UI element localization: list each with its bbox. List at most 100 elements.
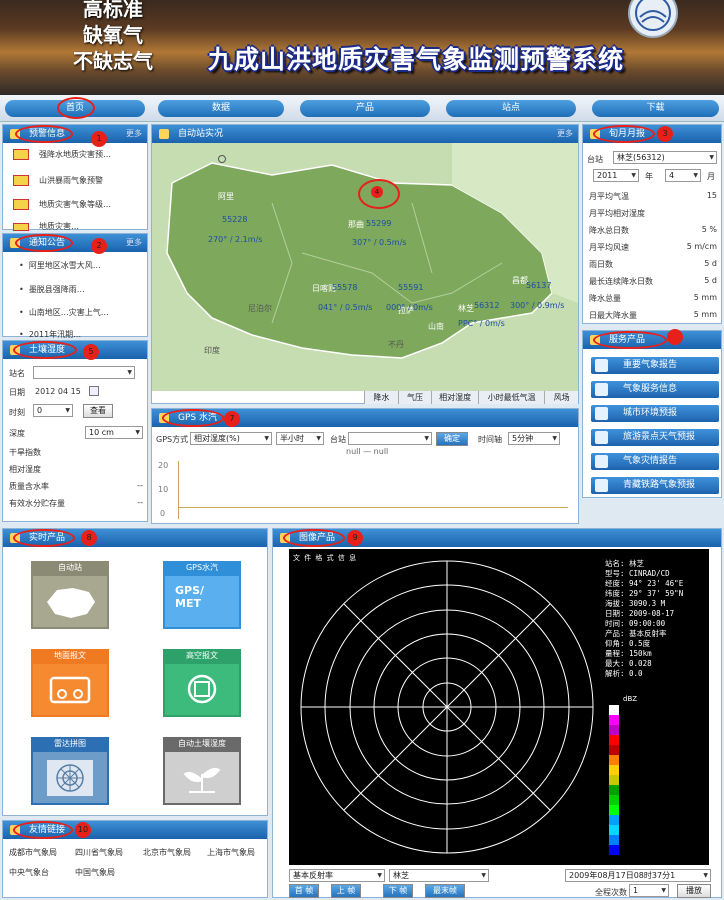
gps-y-tick: 0: [160, 509, 166, 518]
station-wind: 000° / 0m/s: [386, 303, 433, 312]
station-id[interactable]: 55299: [366, 219, 391, 228]
scale-swatch: [609, 805, 619, 815]
station-select[interactable]: [33, 366, 135, 379]
gps-period-select[interactable]: 半小时: [276, 432, 324, 445]
tile-auto-station[interactable]: 自动站: [31, 561, 109, 629]
region-label: 不丹: [388, 340, 404, 349]
tile-surface-report[interactable]: 地面报文: [31, 649, 109, 717]
depth-select[interactable]: 10 cm: [85, 426, 143, 439]
warning-item[interactable]: 山洪暴雨气象预警: [13, 175, 103, 186]
link-item[interactable]: 四川省气象局: [75, 847, 123, 858]
radar-display[interactable]: 文 件 格 式 信 息 站名: 林芝 型号: CINRAD/CD 经度: 94°…: [289, 549, 709, 865]
gps-y-tick: 20: [158, 461, 169, 470]
map-tab[interactable]: 风场: [544, 391, 578, 404]
badge: 3: [657, 126, 673, 142]
link-item[interactable]: 中央气象台: [9, 867, 49, 878]
map-tab[interactable]: 气压: [397, 391, 432, 404]
map-more-link[interactable]: 更多: [557, 125, 573, 143]
badge: 4: [371, 186, 383, 198]
map-canvas[interactable]: 阿里 那曲 昌都 日喀则 拉萨 林芝 山南 印度 不丹 尼泊尔 55228 27…: [152, 143, 578, 391]
tile-radar-mosaic[interactable]: 雷达拼图: [31, 737, 109, 805]
highlight-circle: [57, 97, 95, 119]
slogan-line: 不缺志气: [73, 49, 153, 73]
scale-swatch: [609, 775, 619, 785]
highlight-circle: [593, 331, 667, 349]
service-item[interactable]: 青藏铁路气象预报: [591, 477, 719, 494]
calendar-icon[interactable]: [89, 386, 99, 396]
warning-item[interactable]: 地质灾害气象等级…: [13, 199, 111, 210]
monthly-station-select[interactable]: 林芝(56312): [613, 151, 717, 164]
link-item[interactable]: 中国气象局: [75, 867, 115, 878]
gps-met-label: GPS/ MET: [175, 584, 205, 610]
radar-product-select[interactable]: 基本反射率: [289, 869, 385, 882]
map-tab[interactable]: 降水: [364, 391, 398, 404]
station-id[interactable]: 56137: [526, 281, 551, 290]
gps-interval-select[interactable]: 5分钟: [508, 432, 560, 445]
badge: 10: [75, 822, 91, 838]
station-id[interactable]: 55578: [332, 283, 357, 292]
station-wind: 307° / 0.5m/s: [352, 238, 407, 247]
date-value[interactable]: 2012 04 15: [35, 387, 81, 396]
station-id[interactable]: 55591: [398, 283, 423, 292]
city-icon: [595, 407, 608, 420]
warning-item[interactable]: 强降水地质灾害预…: [13, 149, 111, 160]
tile-auto-soil[interactable]: 自动土壤湿度: [163, 737, 241, 805]
zoom-icon[interactable]: [218, 155, 226, 163]
query-button[interactable]: 查看: [83, 404, 113, 418]
gps-station-select[interactable]: [348, 432, 432, 445]
badge: 8: [81, 530, 97, 546]
scale-swatch: [609, 765, 619, 775]
notice-item[interactable]: • 阿里地区冰雪大风…: [19, 260, 101, 271]
loop-select[interactable]: 1: [629, 884, 669, 897]
nav-download[interactable]: 下载: [592, 100, 719, 117]
play-button[interactable]: 播放: [677, 884, 711, 898]
station-wind: 270° / 2.1m/s: [208, 235, 263, 244]
station-id[interactable]: 56312: [474, 301, 499, 310]
depth-label: 深度: [9, 429, 25, 438]
gps-confirm-button[interactable]: 确定: [436, 432, 468, 446]
web-icon: [47, 760, 93, 796]
station-id[interactable]: 55228: [222, 215, 247, 224]
prev-frame-button[interactable]: 上 帧: [331, 884, 361, 898]
radar-station-select[interactable]: 林芝: [389, 869, 489, 882]
station-wind: 300° / 0.9m/s: [510, 301, 565, 310]
nav-stations[interactable]: 站点: [446, 100, 576, 117]
highlight-circle: [13, 821, 73, 839]
last-frame-button[interactable]: 最末帧: [425, 884, 465, 898]
map-tab[interactable]: 相对湿度: [431, 391, 478, 404]
notice-item[interactable]: • 山南地区…灾害上气…: [19, 307, 109, 318]
monthly-row: 月平均气温 15: [589, 191, 717, 201]
region-label: 阿里: [218, 192, 234, 201]
radar-time-select[interactable]: 2009年08月17日08时37分1: [565, 869, 711, 882]
service-item[interactable]: 城市环境预报: [591, 405, 719, 422]
nav-data[interactable]: 数据: [158, 100, 284, 117]
service-item[interactable]: 重要气象报告: [591, 357, 719, 374]
link-item[interactable]: 成都市气象局: [9, 847, 57, 858]
gps-type-select[interactable]: 相对湿度(%): [190, 432, 272, 445]
year-select[interactable]: 2011: [593, 169, 639, 182]
soil-panel: 土壤湿度 5 站名 日期 2012 04 15 时刻 0 查看 深度 10 cm…: [2, 340, 148, 522]
radar-panel: 图像产品 9 文 件 格 式 信 息 站名: 林芝 型号: CINRAD/CD …: [272, 528, 722, 898]
nav-products[interactable]: 产品: [300, 100, 430, 117]
next-frame-button[interactable]: 下 帧: [383, 884, 413, 898]
notice-more-link[interactable]: 更多: [126, 234, 142, 252]
notice-item[interactable]: • 2011年汛期…: [19, 329, 81, 340]
time-select[interactable]: 0: [33, 404, 73, 417]
warning-item[interactable]: 地质灾害…: [13, 221, 79, 232]
region-label: 林芝: [458, 304, 474, 313]
month-select[interactable]: 4: [665, 169, 701, 182]
monthly-panel: 旬月月报 3 台站 林芝(56312) 2011 年 4 月 月平均气温15 月…: [582, 124, 722, 324]
service-item[interactable]: 旅游景点天气预报: [591, 429, 719, 446]
link-item[interactable]: 上海市气象局: [207, 847, 255, 858]
service-item[interactable]: 气象灾情报告: [591, 453, 719, 470]
signal-icon: [595, 431, 608, 444]
cma-logo: [628, 0, 678, 38]
map-tab[interactable]: 小时最低气温: [478, 391, 544, 404]
link-item[interactable]: 北京市气象局: [143, 847, 191, 858]
notice-item[interactable]: • 墨脱县强降雨…: [19, 284, 85, 295]
first-frame-button[interactable]: 首 帧: [289, 884, 319, 898]
tile-upper-air[interactable]: 高空报文: [163, 649, 241, 717]
service-item[interactable]: 气象服务信息: [591, 381, 719, 398]
tile-gps[interactable]: GPS水汽 GPS/ MET: [163, 561, 241, 629]
warning-more-link[interactable]: 更多: [126, 125, 142, 143]
